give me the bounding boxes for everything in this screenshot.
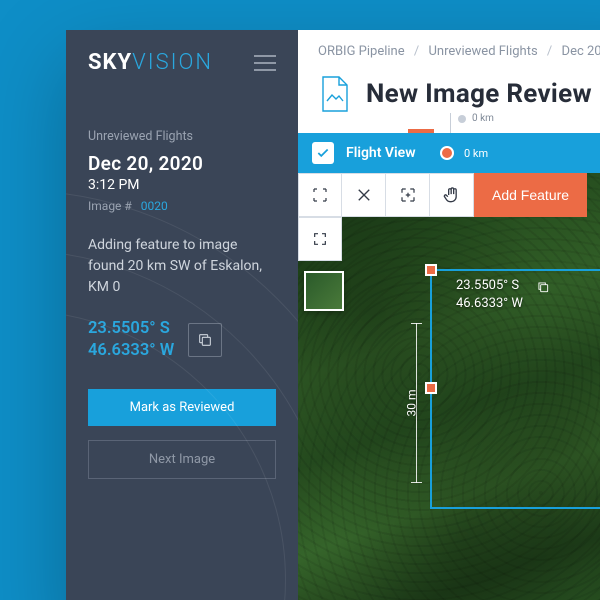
sidebar: SKYVISION Unreviewed Flights Dec 20, 202… bbox=[66, 30, 298, 600]
page-title-row: New Image Review bbox=[298, 69, 600, 133]
breadcrumb: ORBIG Pipeline / Unreviewed Flights / De… bbox=[298, 30, 600, 69]
main-panel: ORBIG Pipeline / Unreviewed Flights / De… bbox=[298, 30, 600, 600]
image-number: 0020 bbox=[141, 199, 168, 213]
overlay-lat: 23.5505° S bbox=[456, 277, 523, 295]
flight-view-bar: Flight View 0 km bbox=[298, 133, 600, 173]
menu-icon[interactable] bbox=[254, 55, 276, 71]
resize-handle-icon[interactable] bbox=[425, 382, 437, 394]
layer-thumbnail[interactable] bbox=[304, 271, 344, 311]
flight-view-checkbox[interactable] bbox=[312, 142, 334, 164]
add-feature-button[interactable]: Add Feature bbox=[474, 173, 587, 217]
km-indicator-top: 0 km bbox=[458, 113, 494, 124]
app-window: SKYVISION Unreviewed Flights Dec 20, 202… bbox=[66, 30, 600, 600]
brand-part2: VISION bbox=[132, 50, 213, 75]
map-coordinate-overlay: 23.5505° S 46.6333° W bbox=[456, 277, 553, 313]
vertical-scale-label: 30 m bbox=[405, 390, 419, 417]
flight-view-label: Flight View bbox=[346, 145, 416, 161]
map-canvas[interactable]: Add Feature 23.5505° S 46.6333° W bbox=[298, 173, 600, 600]
km-indicator-bar: 0 km bbox=[440, 133, 488, 173]
overlay-lon: 46.6333° W bbox=[456, 295, 523, 313]
resize-handle-icon[interactable] bbox=[425, 264, 437, 276]
sidebar-section-label: Unreviewed Flights bbox=[88, 129, 276, 144]
tool-fullscreen-icon[interactable] bbox=[298, 217, 342, 261]
breadcrumb-item[interactable]: Unreviewed Flights bbox=[428, 44, 537, 59]
brand-logo: SKYVISION bbox=[88, 50, 213, 75]
sidebar-time: 3:12 PM bbox=[88, 177, 276, 193]
breadcrumb-item[interactable]: Dec 20, 2020 bbox=[562, 44, 600, 59]
tool-pan-icon[interactable] bbox=[430, 173, 474, 217]
position-dot-icon[interactable] bbox=[440, 146, 454, 160]
brand-part1: SKY bbox=[88, 50, 132, 75]
tool-close-icon[interactable] bbox=[342, 173, 386, 217]
vertical-scale: 30 m bbox=[406, 323, 426, 483]
tool-select-icon[interactable] bbox=[298, 173, 342, 217]
page-title: New Image Review bbox=[366, 79, 592, 109]
sidebar-date: Dec 20, 2020 bbox=[88, 152, 276, 175]
breadcrumb-item[interactable]: ORBIG Pipeline bbox=[318, 44, 405, 59]
image-file-icon bbox=[318, 75, 352, 113]
tool-expand-icon[interactable] bbox=[386, 173, 430, 217]
copy-overlay-coord-button[interactable] bbox=[533, 277, 553, 297]
